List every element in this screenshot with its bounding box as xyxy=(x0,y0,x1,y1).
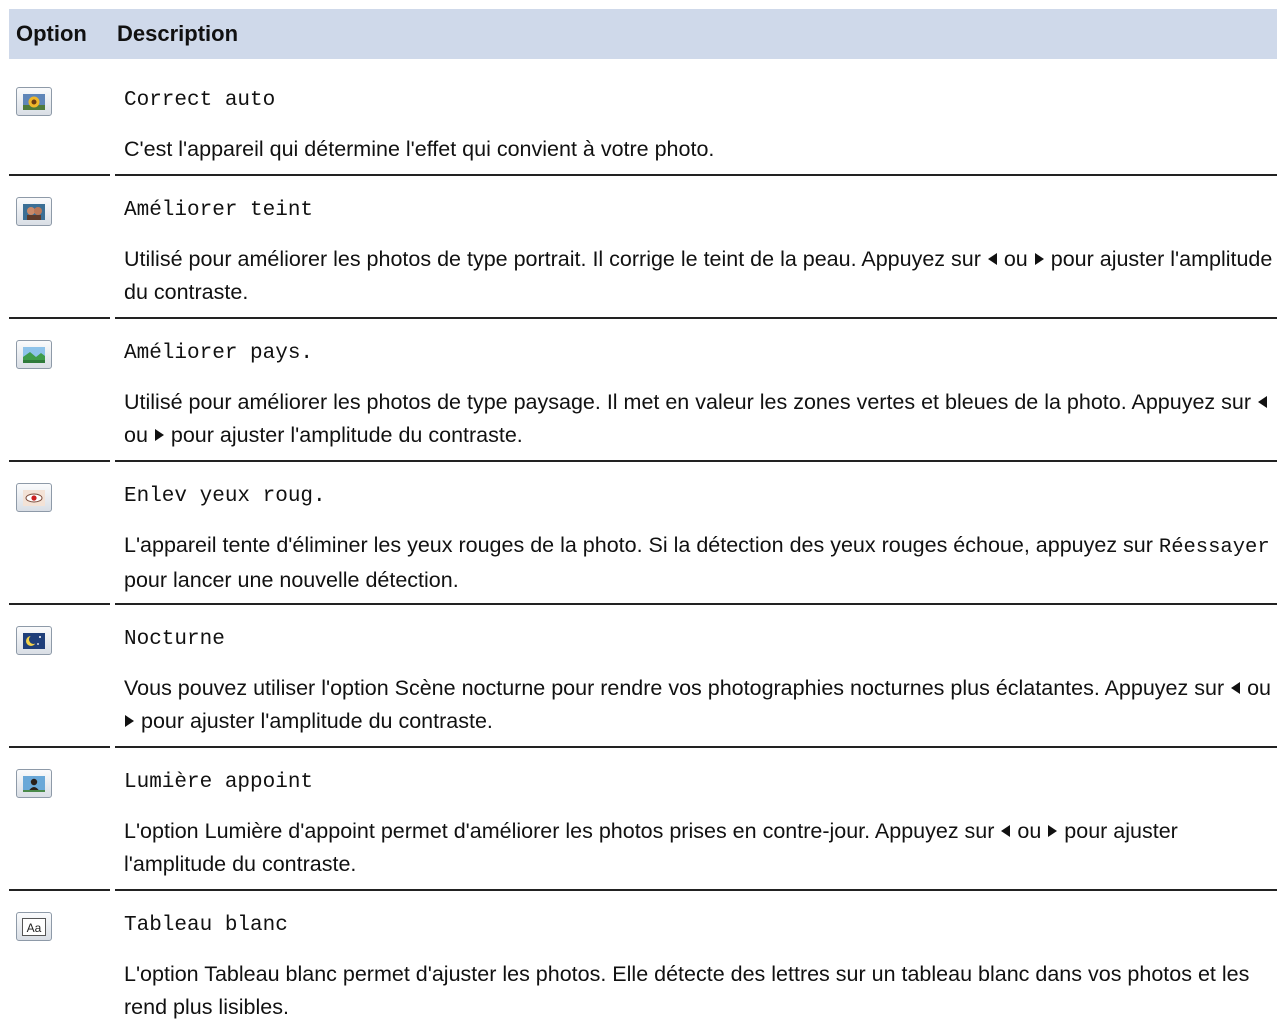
row-separator xyxy=(115,174,1277,176)
option-cell xyxy=(16,483,52,512)
left-arrow-icon xyxy=(1001,824,1011,837)
right-arrow-icon xyxy=(125,714,134,727)
left-arrow-icon xyxy=(1231,681,1241,694)
row-separator xyxy=(115,317,1277,319)
backlight-icon xyxy=(16,769,52,798)
landscape-photo-icon xyxy=(16,340,52,369)
description-text: L'option Lumière d'appoint permet d'amél… xyxy=(124,819,995,843)
option-description: Utilisé pour améliorer les photos de typ… xyxy=(124,386,1274,452)
right-arrow-icon xyxy=(154,428,164,441)
portrait-photo-icon xyxy=(16,197,52,226)
row-separator xyxy=(115,460,1277,462)
option-name: Améliorer pays. xyxy=(124,342,314,365)
option-description: L'appareil tente d'éliminer les yeux rou… xyxy=(124,529,1274,597)
table-row-tableau-blanc: Aa Tableau blanc L'option Tableau blanc … xyxy=(9,889,1277,1030)
table-row-correct-auto: Correct auto C'est l'appareil qui déterm… xyxy=(9,64,1277,174)
option-description: Utilisé pour améliorer les photos de typ… xyxy=(124,243,1274,309)
options-table: Option Description Correct auto C'est l'… xyxy=(9,9,1277,1019)
row-separator xyxy=(9,603,110,605)
row-separator xyxy=(9,460,110,462)
description-text: Vous pouvez utiliser l'option Scène noct… xyxy=(124,676,1225,700)
option-name: Améliorer teint xyxy=(124,199,314,222)
option-name: Enlev yeux roug. xyxy=(124,485,326,508)
right-arrow-icon xyxy=(1048,824,1058,837)
option-name: Correct auto xyxy=(124,89,276,112)
table-row-enlev-yeux-roug: Enlev yeux roug. L'appareil tente d'élim… xyxy=(9,460,1277,603)
row-separator xyxy=(115,746,1277,748)
option-cell xyxy=(16,87,52,116)
table-row-ameliorer-teint: Améliorer teint Utilisé pour améliorer l… xyxy=(9,174,1277,317)
description-column-header: Description xyxy=(117,21,239,46)
description-text: ou xyxy=(1017,819,1042,843)
table-header: Option Description xyxy=(9,9,1277,59)
option-cell: Aa xyxy=(16,912,52,941)
row-separator xyxy=(9,746,110,748)
description-text: Utilisé pour améliorer les photos de typ… xyxy=(124,390,1251,414)
table-row-lumiere-appoint: Lumière appoint L'option Lumière d'appoi… xyxy=(9,746,1277,889)
option-name: Nocturne xyxy=(124,628,225,651)
option-description: L'option Tableau blanc permet d'ajuster … xyxy=(124,958,1274,1024)
svg-text:Aa: Aa xyxy=(27,921,42,935)
table-row-nocturne: Nocturne Vous pouvez utiliser l'option S… xyxy=(9,603,1277,746)
option-cell xyxy=(16,626,52,655)
row-separator xyxy=(9,317,110,319)
description-text: ou xyxy=(1247,676,1271,700)
whiteboard-text-icon: Aa xyxy=(16,912,52,941)
option-cell xyxy=(16,197,52,226)
description-text: C'est l'appareil qui détermine l'effet q… xyxy=(124,137,715,161)
option-description: Vous pouvez utiliser l'option Scène noct… xyxy=(124,672,1274,738)
retry-label: Réessayer xyxy=(1158,536,1270,559)
option-cell xyxy=(16,340,52,369)
option-cell xyxy=(16,769,52,798)
description-text: Utilisé pour améliorer les photos de typ… xyxy=(124,247,981,271)
left-arrow-icon xyxy=(987,252,997,265)
sunflower-photo-icon xyxy=(16,87,52,116)
option-name: Tableau blanc xyxy=(124,914,288,937)
row-separator xyxy=(9,174,110,176)
description-text: ou xyxy=(124,423,148,447)
right-arrow-icon xyxy=(1034,252,1044,265)
description-text: ou xyxy=(1003,247,1028,271)
row-separator xyxy=(115,603,1277,605)
description-text: L'option Tableau blanc permet d'ajuster … xyxy=(124,962,1250,1019)
description-text: pour ajuster l'amplitude du contraste. xyxy=(140,709,493,733)
description-text: pour lancer une nouvelle détection. xyxy=(124,568,459,592)
option-column-header: Option xyxy=(16,21,87,46)
left-arrow-icon xyxy=(1257,395,1267,408)
description-text: L'appareil tente d'éliminer les yeux rou… xyxy=(124,533,1153,557)
option-name: Lumière appoint xyxy=(124,771,314,794)
row-separator xyxy=(9,889,110,891)
option-description: L'option Lumière d'appoint permet d'amél… xyxy=(124,815,1274,881)
description-text: pour ajuster l'amplitude du contraste. xyxy=(170,423,523,447)
row-separator xyxy=(115,889,1277,891)
option-description: C'est l'appareil qui détermine l'effet q… xyxy=(124,133,1274,166)
night-scene-icon xyxy=(16,626,52,655)
red-eye-icon xyxy=(16,483,52,512)
table-row-ameliorer-pays: Améliorer pays. Utilisé pour améliorer l… xyxy=(9,317,1277,460)
